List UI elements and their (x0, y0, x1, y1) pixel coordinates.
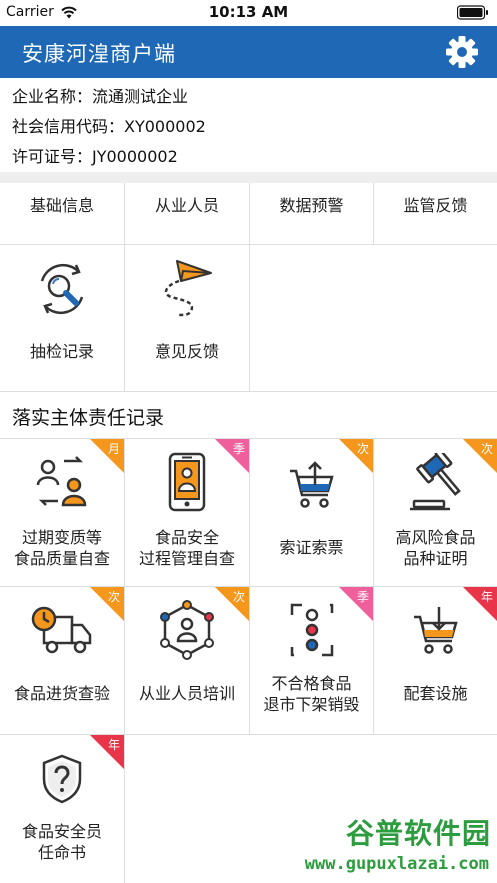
frequency-badge: 次 (90, 587, 124, 621)
battery-icon (457, 5, 488, 20)
record-safety-officer-appointment[interactable]: 年 食品安全员 任命书 (0, 735, 125, 883)
tab-supervision-feedback[interactable]: 监管反馈 (374, 183, 497, 245)
frequency-badge: 次 (339, 439, 373, 473)
record-certificates-invoices[interactable]: 次 索证索票 (250, 439, 374, 587)
settings-gear-icon[interactable] (445, 35, 479, 69)
status-time: 10:13 AM (208, 3, 289, 21)
feedback-button[interactable]: 意见反馈 (125, 245, 250, 392)
gavel-icon (409, 453, 461, 511)
cart-download-icon (413, 607, 458, 654)
shield-question-icon (42, 754, 82, 804)
record-purchase-inspection[interactable]: 次 食品进货查验 (0, 587, 125, 735)
record-expired-quality-check[interactable]: 月 过期变质等 食品质量自查 (0, 439, 125, 587)
frequency-badge: 次 (215, 587, 249, 621)
inspection-record-label: 抽检记录 (29, 342, 94, 361)
frequency-badge: 月 (90, 439, 124, 473)
section-title: 落实主体责任记录 (12, 407, 165, 429)
frequency-badge: 次 (463, 439, 497, 473)
feedback-label: 意见反馈 (154, 342, 219, 361)
credit-code: 社会信用代码：XY000002 (12, 117, 206, 136)
company-name: 企业名称：流通测试企业 (12, 87, 189, 106)
delivery-truck-icon (31, 606, 92, 654)
frequency-badge: 季 (339, 587, 373, 621)
paper-plane-icon (164, 260, 212, 317)
frequency-badge: 年 (90, 735, 124, 769)
record-unqualified-food-removal[interactable]: 季 不合格食品 退市下架销毁 (250, 587, 374, 735)
inspection-search-icon (40, 263, 84, 315)
record-supporting-facilities[interactable]: 年 配套设施 (374, 587, 497, 735)
record-process-management-check[interactable]: 季 食品安全 过程管理自查 (125, 439, 250, 587)
company-info: 企业名称：流通测试企业 社会信用代码：XY000002 许可证号：JY00000… (0, 78, 497, 172)
person-exchange-icon (36, 456, 87, 507)
watermark-logo: 谷普软件园 www.gupuxlazai.com (304, 817, 491, 874)
inspection-record-button[interactable]: 抽检记录 (0, 245, 125, 392)
status-bar: Carrier 10:13 AM (0, 0, 497, 26)
app-title: 安康河湟商户端 (22, 42, 176, 66)
frequency-badge: 年 (463, 587, 497, 621)
traffic-light-icon (290, 603, 333, 657)
cart-upload-icon (289, 461, 334, 508)
nav-bar: 安康河湟商户端 (0, 26, 497, 78)
tab-staff[interactable]: 从业人员 (125, 183, 250, 245)
phone-person-icon (168, 452, 206, 512)
tab-data-warning[interactable]: 数据预警 (250, 183, 374, 245)
record-high-risk-food-proof[interactable]: 次 高风险食品 品种证明 (374, 439, 497, 587)
tab-basic-info[interactable]: 基础信息 (0, 183, 125, 245)
info-tabs: 基础信息 从业人员 数据预警 监管反馈 (0, 183, 497, 245)
quick-actions: 抽检记录 意见反馈 (0, 245, 497, 392)
divider (0, 172, 497, 183)
record-staff-training[interactable]: 次 从业人员培训 (125, 587, 250, 735)
frequency-badge: 季 (215, 439, 249, 473)
empty-cell (250, 245, 497, 392)
people-network-icon (160, 600, 214, 660)
license-number: 许可证号：JY0000002 (12, 147, 178, 166)
